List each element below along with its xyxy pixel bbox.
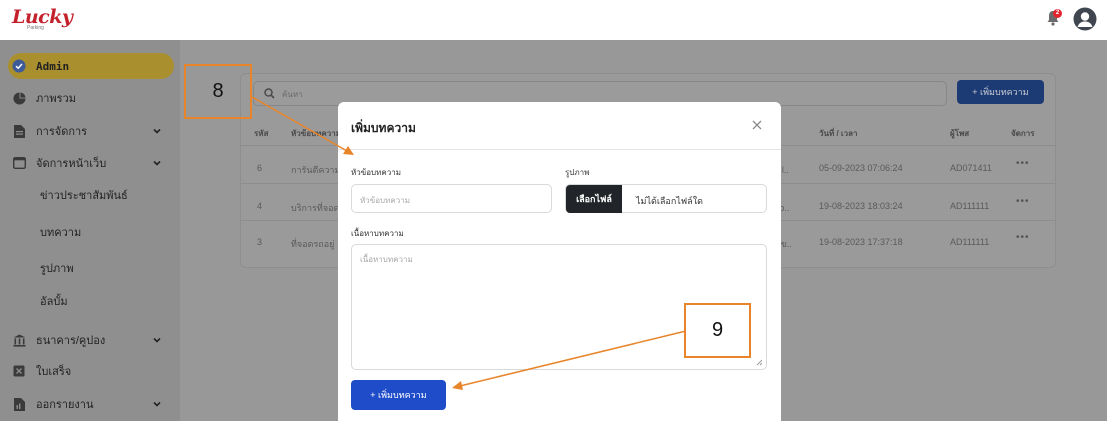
cell-datetime: 05-09-2023 07:06:24 xyxy=(819,163,903,173)
headline-input[interactable]: หัวข้อบทความ xyxy=(351,184,552,213)
annotation-callout-9: 9 xyxy=(684,303,751,358)
check-circle-icon xyxy=(12,59,26,73)
cell-datetime: 19-08-2023 18:03:24 xyxy=(819,201,903,211)
chevron-down-icon xyxy=(153,337,161,343)
bank-icon xyxy=(12,333,26,347)
more-actions-icon[interactable]: ••• xyxy=(1016,196,1030,207)
close-icon[interactable] xyxy=(750,118,764,132)
annotation-callout-8: 8 xyxy=(184,64,252,119)
cell-id: 4 xyxy=(257,201,263,211)
cell-title: ที่จอดรถอยู่ xyxy=(291,239,335,249)
cell-title: การันตีความ xyxy=(291,165,341,175)
sidebar-item-web-manage[interactable]: จัดการหน้าเว็บ xyxy=(12,150,172,176)
column-header-poster: ผู้โพส xyxy=(950,129,970,138)
chevron-down-icon xyxy=(153,160,161,166)
sidebar: Admin ภาพรวม การจัดการ จัดการหน้าเว็บ ข่… xyxy=(0,40,180,421)
chevron-down-icon xyxy=(153,401,161,407)
sidebar-item-label: Admin xyxy=(36,59,70,73)
sidebar-item-label: การจัดการ xyxy=(36,126,88,138)
sidebar-subitem-news[interactable]: ข่าวประชาสัมพันธ์ xyxy=(40,186,128,204)
column-header-title: หัวข้อบทความ xyxy=(291,129,341,138)
content-label: เนื้อหาบทความ xyxy=(351,229,404,238)
column-header-datetime: วันที่ / เวลา xyxy=(819,129,858,138)
add-article-modal: เพิ่มบทความ หัวข้อบทความ หัวข้อบทความ รู… xyxy=(338,102,781,421)
cell-poster: AD071411 xyxy=(950,163,992,173)
column-header-id: รหัส xyxy=(254,129,269,138)
more-actions-icon[interactable]: ••• xyxy=(1016,158,1030,169)
sidebar-item-bank-coupon[interactable]: ธนาคาร/คูปอง xyxy=(12,327,172,353)
column-header-actions: จัดการ xyxy=(1011,129,1035,138)
receipt-icon xyxy=(12,364,26,378)
sidebar-item-receipt[interactable]: ใบเสร็จ xyxy=(12,358,172,384)
image-label: รูปภาพ xyxy=(565,168,590,177)
top-bar: Lucky Parking 2 xyxy=(0,0,1107,40)
sidebar-item-report[interactable]: ออกรายงาน xyxy=(12,391,172,417)
sidebar-subitem-articles[interactable]: บทความ xyxy=(40,223,81,241)
search-icon xyxy=(264,88,275,99)
cell-id: 3 xyxy=(257,237,263,247)
cell-poster: AD111111 xyxy=(950,237,990,247)
search-placeholder: ค้นหา xyxy=(282,90,303,99)
modal-title: เพิ่มบทความ xyxy=(351,121,416,135)
cell-id: 6 xyxy=(257,163,263,173)
cell-datetime: 19-08-2023 17:37:18 xyxy=(819,237,903,247)
pie-chart-icon xyxy=(12,91,26,105)
notification-badge: 2 xyxy=(1053,9,1062,18)
resize-grip-icon[interactable] xyxy=(756,359,763,366)
window-icon xyxy=(12,156,26,170)
headline-placeholder: หัวข้อบทความ xyxy=(360,196,410,205)
image-file-input[interactable]: เลือกไฟล์ ไม่ได้เลือกไฟล์ใด xyxy=(565,184,767,213)
headline-label: หัวข้อบทความ xyxy=(351,168,401,177)
sidebar-item-admin[interactable]: Admin xyxy=(8,53,174,79)
add-article-submit-button[interactable]: + เพิ่มบทความ xyxy=(351,380,446,410)
sidebar-item-label: ภาพรวม xyxy=(36,93,77,105)
cell-poster: AD111111 xyxy=(950,201,990,211)
content-placeholder: เนื้อหาบทความ xyxy=(360,255,413,264)
logo-subtext: Parking xyxy=(27,25,44,31)
report-icon xyxy=(12,397,26,411)
document-icon xyxy=(12,124,26,138)
sidebar-item-label: ออกรายงาน xyxy=(36,399,94,411)
choose-file-button[interactable]: เลือกไฟล์ xyxy=(566,185,622,213)
chevron-down-icon xyxy=(153,128,161,134)
sidebar-subitem-albums[interactable]: อัลบั้ม xyxy=(40,292,68,310)
sidebar-item-label: ธนาคาร/คูปอง xyxy=(36,335,106,347)
sidebar-item-overview[interactable]: ภาพรวม xyxy=(12,85,172,111)
sidebar-subitem-images[interactable]: รูปภาพ xyxy=(40,259,74,277)
file-status-text: ไม่ได้เลือกไฟล์ใด xyxy=(636,196,703,206)
modal-divider xyxy=(338,149,781,150)
cell-title: บริการที่จอด xyxy=(291,203,340,213)
add-article-top-button[interactable]: + เพิ่มบทความ xyxy=(957,80,1044,104)
sidebar-item-label: จัดการหน้าเว็บ xyxy=(36,158,107,170)
sidebar-item-management[interactable]: การจัดการ xyxy=(12,118,172,144)
sidebar-item-label: ใบเสร็จ xyxy=(36,366,72,378)
more-actions-icon[interactable]: ••• xyxy=(1016,232,1030,243)
brand-logo[interactable]: Lucky Parking xyxy=(12,6,73,32)
user-avatar-icon[interactable] xyxy=(1073,7,1097,31)
